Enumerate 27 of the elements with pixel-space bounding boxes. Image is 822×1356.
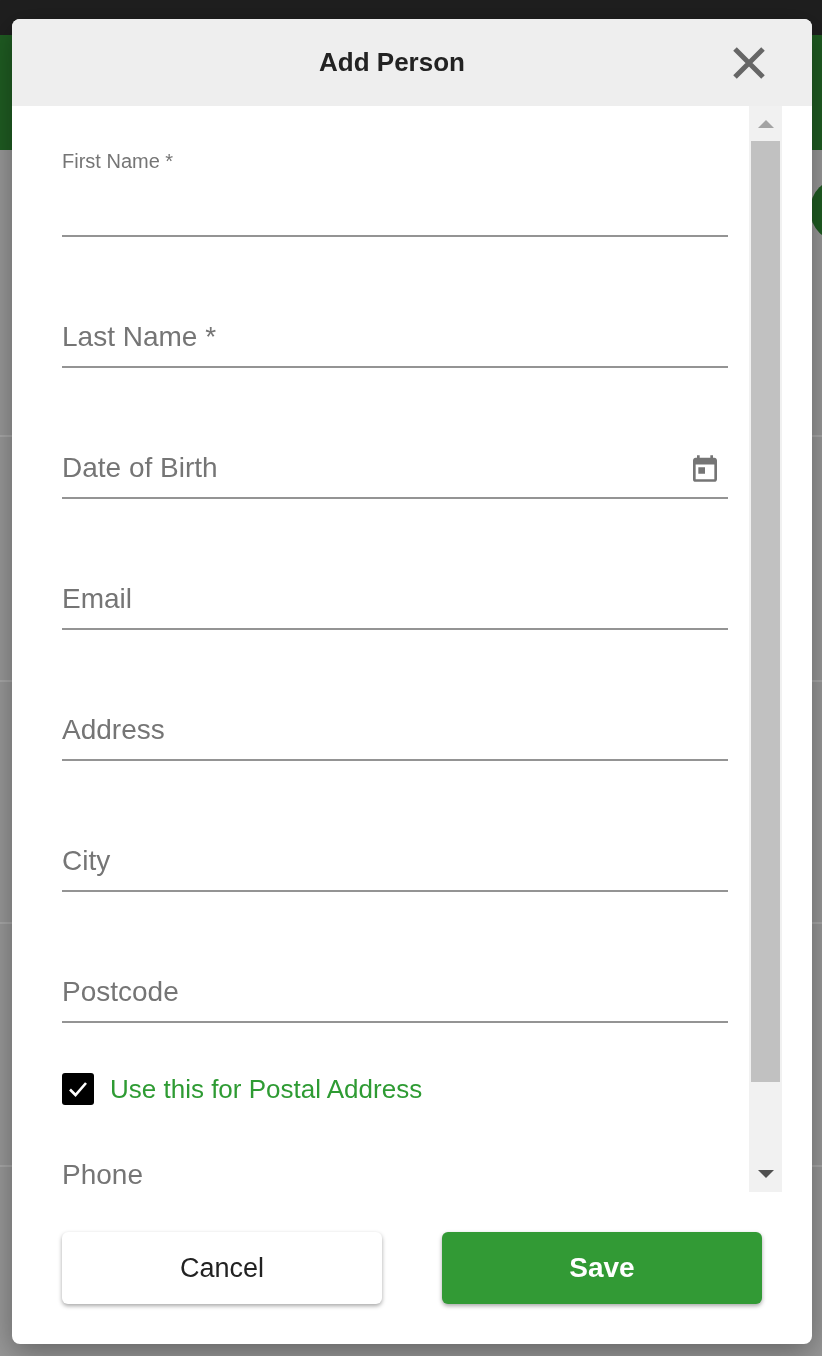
checkmark-icon — [68, 1081, 88, 1097]
checkbox[interactable] — [62, 1073, 94, 1105]
text-field[interactable]: Phone — [62, 1114, 728, 1192]
field-label: Postcode — [62, 976, 179, 1008]
field-label: First Name * — [62, 149, 174, 173]
text-field[interactable]: Postcode — [62, 931, 728, 1023]
scrollbar-thumb[interactable] — [751, 141, 780, 1082]
close-button[interactable] — [733, 46, 765, 79]
field-label: City — [62, 845, 111, 877]
text-field[interactable]: Last Name * — [62, 276, 728, 368]
field-label: Address — [62, 714, 165, 746]
field-label: Last Name * — [62, 321, 217, 353]
field-label: Email — [62, 583, 132, 615]
checkbox-label[interactable]: Use this for Postal Address — [110, 1073, 423, 1105]
text-field[interactable]: Email — [62, 538, 728, 630]
save-button[interactable]: Save — [442, 1232, 762, 1304]
calendar-icon[interactable] — [693, 454, 717, 482]
text-field[interactable]: First Name * — [62, 145, 728, 237]
scroll-down-arrow-icon[interactable] — [757, 1169, 774, 1178]
dialog-title: Add Person — [318, 46, 466, 79]
field-label: Date of Birth — [62, 452, 218, 484]
text-field[interactable]: City — [62, 800, 728, 892]
cancel-button[interactable]: Cancel — [62, 1232, 382, 1304]
text-field[interactable]: Address — [62, 669, 728, 761]
field-label: Phone — [62, 1159, 143, 1191]
scrollbar[interactable] — [749, 106, 782, 1192]
date-field[interactable]: Date of Birth — [62, 407, 728, 499]
